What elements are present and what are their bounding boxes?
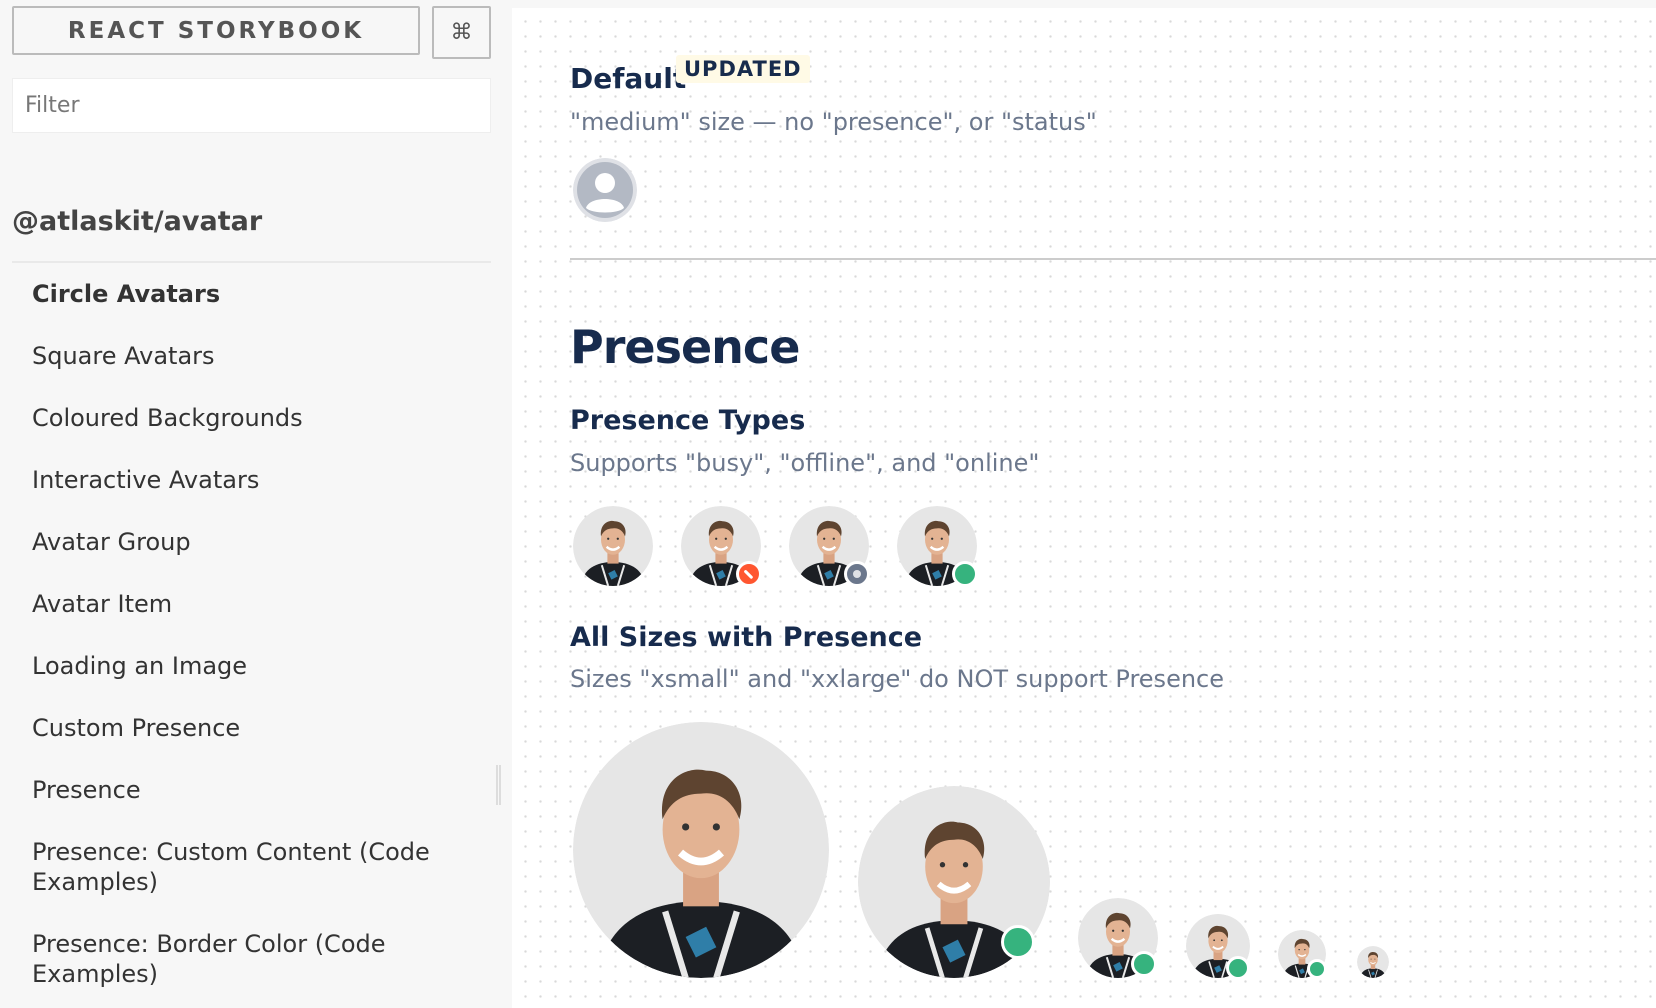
presence-types-heading: Presence Types: [570, 405, 806, 436]
all-sizes-heading: All Sizes with Presence: [570, 622, 923, 653]
presence-types-description: Supports "busy", "offline", and "online": [570, 449, 1040, 477]
online-presence-icon: [1226, 956, 1250, 980]
size-avatar-xxlarge: [573, 722, 829, 978]
size-avatar-xsmall: [1357, 946, 1389, 978]
storybook-sidebar: REACT STORYBOOK ⌘ @atlaskit/avatar Circl…: [0, 0, 512, 1008]
offline-presence-icon: [844, 561, 870, 587]
story-item-custom-presence[interactable]: Custom Presence: [32, 713, 452, 743]
filter-input[interactable]: [12, 78, 491, 133]
default-user-icon: [573, 158, 637, 222]
presence-type-avatar-none: [573, 506, 653, 586]
online-presence-icon: [1131, 951, 1157, 977]
story-item-presence[interactable]: Presence: [32, 775, 452, 805]
story-item-presence-border-color[interactable]: Presence: Border Color (Code Examples): [32, 929, 452, 989]
online-presence-icon: [1001, 925, 1035, 959]
busy-presence-icon: [736, 561, 762, 587]
sidebar-resize-handle[interactable]: [496, 765, 501, 805]
sidebar-divider: [12, 261, 491, 263]
story-item-avatar-group[interactable]: Avatar Group: [32, 527, 452, 557]
updated-badge: UPDATED: [676, 55, 810, 83]
default-heading: Default: [570, 62, 687, 95]
story-item-square-avatars[interactable]: Square Avatars: [32, 341, 452, 371]
default-description: "medium" size — no "presence", or "statu…: [570, 108, 1097, 136]
story-content: Default UPDATED "medium" size — no "pres…: [570, 0, 1656, 1008]
story-item-loading-an-image[interactable]: Loading an Image: [32, 651, 452, 681]
storybook-title-button[interactable]: REACT STORYBOOK: [12, 6, 420, 55]
story-item-coloured-backgrounds[interactable]: Coloured Backgrounds: [32, 403, 452, 433]
keyboard-shortcuts-icon[interactable]: ⌘: [432, 6, 491, 59]
story-kind-heading[interactable]: @atlaskit/avatar: [12, 206, 262, 237]
online-presence-icon: [952, 561, 978, 587]
all-sizes-description: Sizes "xsmall" and "xxlarge" do NOT supp…: [570, 665, 1224, 693]
story-item-presence-custom-content[interactable]: Presence: Custom Content (Code Examples): [32, 837, 452, 897]
section-divider: [570, 258, 1656, 260]
story-item-avatar-item[interactable]: Avatar Item: [32, 589, 452, 619]
story-item-interactive-avatars[interactable]: Interactive Avatars: [32, 465, 452, 495]
online-presence-icon: [1307, 959, 1327, 979]
story-item-circle-avatars[interactable]: Circle Avatars: [32, 279, 452, 309]
presence-heading: Presence: [570, 320, 800, 374]
